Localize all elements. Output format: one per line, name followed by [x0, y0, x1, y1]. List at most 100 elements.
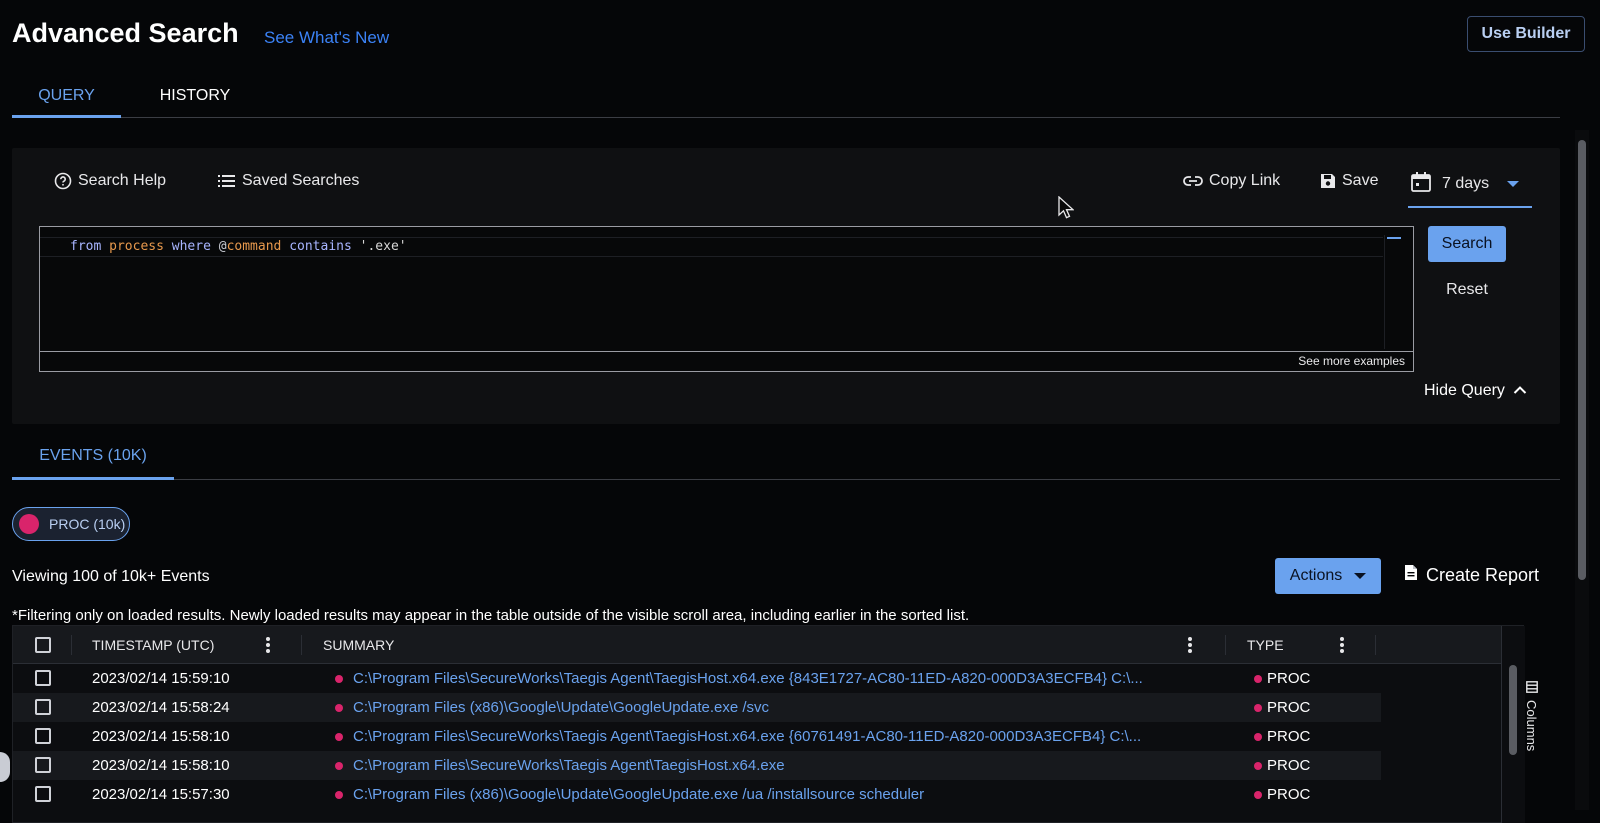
row-summary-link[interactable]: C:\Program Files (x86)\Google\Update\Goo…: [353, 780, 1203, 809]
row-summary-link[interactable]: C:\Program Files\SecureWorks\Taegis Agen…: [353, 751, 1203, 780]
viewing-count: Viewing 100 of 10k+ Events: [12, 568, 210, 585]
saved-searches-button[interactable]: Saved Searches: [218, 172, 359, 190]
columns-icon: [1526, 680, 1538, 698]
proc-dot-icon: [1254, 704, 1262, 712]
saved-searches-label: Saved Searches: [242, 172, 360, 189]
columns-label: Columns: [1524, 700, 1539, 752]
editor-scrollbar[interactable]: [1384, 235, 1404, 349]
copy-link-button[interactable]: Copy Link: [1183, 172, 1280, 190]
chip-label: PROC (10k): [49, 516, 126, 532]
page-title: Advanced Search: [12, 18, 239, 48]
filter-note: *Filtering only on loaded results. Newly…: [12, 607, 970, 624]
chevron-down-icon: [1507, 181, 1520, 187]
row-checkbox[interactable]: [35, 757, 51, 773]
column-divider: [1375, 635, 1376, 655]
floppy-disk-icon: [1320, 173, 1336, 189]
document-icon: [1404, 564, 1418, 586]
create-report-label: Create Report: [1426, 564, 1540, 585]
select-all-checkbox[interactable]: [35, 637, 51, 653]
proc-filter-chip[interactable]: PROC (10k): [12, 507, 130, 541]
save-label: Save: [1342, 172, 1379, 189]
help-circle-icon: [54, 172, 72, 190]
proc-dot-icon: [335, 733, 343, 741]
table-row[interactable]: 2023/02/14 15:58:10 C:\Program Files\Sec…: [13, 722, 1381, 751]
date-range-select[interactable]: 7 days: [1408, 162, 1532, 208]
row-timestamp: 2023/02/14 15:58:24: [92, 699, 230, 716]
proc-dot-icon: [19, 514, 39, 534]
search-help-label: Search Help: [78, 172, 167, 189]
row-summary-link[interactable]: C:\Program Files (x86)\Google\Update\Goo…: [353, 693, 1203, 722]
tab-events[interactable]: EVENTS (10K): [12, 434, 174, 480]
actions-label: Actions: [1289, 567, 1343, 584]
proc-dot-icon: [335, 675, 343, 683]
table-row[interactable]: 2023/02/14 15:57:30 C:\Program Files (x8…: [13, 780, 1381, 809]
calendar-icon: [1410, 171, 1432, 198]
table-row[interactable]: 2023/02/14 15:58:24 C:\Program Files (x8…: [13, 693, 1381, 722]
reset-button[interactable]: Reset: [1436, 276, 1498, 304]
search-button[interactable]: Search: [1428, 226, 1506, 262]
row-type: PROC: [1267, 728, 1311, 745]
query-panel: Search Help Saved Searches Copy Link Sav…: [12, 148, 1560, 424]
kebab-menu-icon[interactable]: [266, 637, 270, 653]
link-icon: [1183, 175, 1203, 187]
events-tabs: EVENTS (10K): [12, 434, 1560, 480]
chevron-down-icon: [1354, 573, 1367, 579]
proc-dot-icon: [335, 791, 343, 799]
chevron-up-icon: [1513, 382, 1527, 400]
table-row[interactable]: 2023/02/14 15:59:10 C:\Program Files\Sec…: [13, 664, 1381, 693]
columns-toggle[interactable]: Columns: [1522, 680, 1542, 760]
row-checkbox[interactable]: [35, 699, 51, 715]
date-range-value: 7 days: [1442, 175, 1490, 192]
whats-new-link[interactable]: See What's New: [264, 28, 389, 48]
hide-query-button[interactable]: Hide Query: [1424, 382, 1527, 400]
page-scrollbar[interactable]: [1578, 140, 1586, 580]
copy-link-label: Copy Link: [1209, 172, 1281, 189]
hide-query-label: Hide Query: [1424, 382, 1505, 399]
tab-history[interactable]: HISTORY: [121, 78, 269, 118]
use-builder-button[interactable]: Use Builder: [1467, 16, 1585, 52]
query-text: from process where @command contains '.e…: [70, 239, 407, 254]
row-timestamp: 2023/02/14 15:58:10: [92, 757, 230, 774]
save-button[interactable]: Save: [1320, 172, 1378, 190]
row-timestamp: 2023/02/14 15:58:10: [92, 728, 230, 745]
list-icon: [218, 174, 236, 188]
top-tabs: QUERY HISTORY: [12, 78, 1560, 118]
tab-query[interactable]: QUERY: [12, 78, 121, 118]
kebab-menu-icon[interactable]: [1188, 637, 1192, 653]
proc-dot-icon: [1254, 791, 1262, 799]
proc-dot-icon: [1254, 733, 1262, 741]
proc-dot-icon: [335, 704, 343, 712]
query-editor[interactable]: from process where @command contains '.e…: [39, 226, 1414, 372]
header-timestamp[interactable]: TIMESTAMP (UTC): [92, 626, 214, 664]
mouse-cursor-icon: [1058, 195, 1075, 225]
create-report-button[interactable]: Create Report: [1404, 564, 1539, 586]
row-type: PROC: [1267, 670, 1311, 687]
row-type: PROC: [1267, 786, 1311, 803]
row-summary-link[interactable]: C:\Program Files\SecureWorks\Taegis Agen…: [353, 722, 1203, 751]
column-divider: [1225, 635, 1226, 655]
column-divider: [71, 635, 72, 655]
actions-button[interactable]: Actions: [1275, 558, 1381, 594]
table-row[interactable]: 2023/02/14 15:58:10 C:\Program Files\Sec…: [13, 751, 1381, 780]
row-timestamp: 2023/02/14 15:57:30: [92, 786, 230, 803]
row-checkbox[interactable]: [35, 728, 51, 744]
row-checkbox[interactable]: [35, 786, 51, 802]
table-header: TIMESTAMP (UTC) SUMMARY TYPE: [13, 626, 1525, 664]
row-type: PROC: [1267, 699, 1311, 716]
proc-dot-icon: [1254, 675, 1262, 683]
side-drawer-handle[interactable]: [0, 752, 10, 782]
row-type: PROC: [1267, 757, 1311, 774]
header-summary[interactable]: SUMMARY: [323, 626, 394, 664]
see-more-examples-link[interactable]: See more examples: [40, 351, 1413, 371]
search-help-button[interactable]: Search Help: [54, 172, 166, 190]
row-timestamp: 2023/02/14 15:59:10: [92, 670, 230, 687]
column-divider: [301, 635, 302, 655]
proc-dot-icon: [335, 762, 343, 770]
events-table: TIMESTAMP (UTC) SUMMARY TYPE 2023/02/14 …: [12, 625, 1525, 823]
row-summary-link[interactable]: C:\Program Files\SecureWorks\Taegis Agen…: [353, 664, 1203, 693]
kebab-menu-icon[interactable]: [1340, 637, 1344, 653]
row-checkbox[interactable]: [35, 670, 51, 686]
header-type[interactable]: TYPE: [1247, 626, 1284, 664]
proc-dot-icon: [1254, 762, 1262, 770]
table-scrollbar[interactable]: [1509, 665, 1517, 755]
